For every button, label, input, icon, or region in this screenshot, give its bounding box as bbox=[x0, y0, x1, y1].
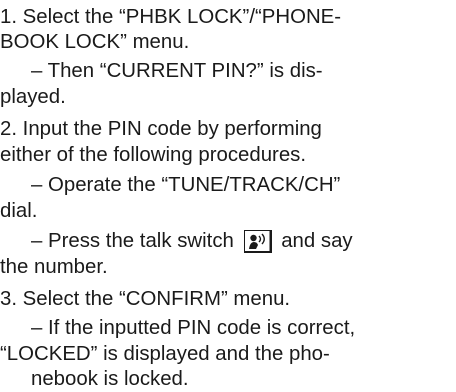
step-3-note-1-line-3: nebook is locked. bbox=[31, 368, 189, 390]
step-2-note-2-line-2: the number. bbox=[0, 256, 108, 278]
step-1-line-2: BOOK LOCK” menu. bbox=[0, 31, 190, 53]
step-3-note-1-line-2: “LOCKED” is displayed and the pho- bbox=[0, 343, 330, 365]
step-2-note-2-text-b: and say bbox=[281, 230, 353, 252]
step-2-note-1-line-2: dial. bbox=[0, 200, 38, 222]
step-3-line-1: 3. Select the “CONFIRM” menu. bbox=[0, 288, 291, 310]
step-3-note-1-line-1: – If the inputted PIN code is correct, bbox=[31, 317, 356, 339]
step-2-note-1-line-1: – Operate the “TUNE/TRACK/CH” bbox=[31, 174, 341, 196]
talk-switch-icon bbox=[243, 230, 272, 253]
instruction-document: 1. Select the “PHBK LOCK”/“PHONE- BOOK L… bbox=[0, 0, 456, 390]
step-2-line-2: either of the following procedures. bbox=[0, 144, 307, 166]
step-2-note-2-line-1: – Press the talk switch and say bbox=[31, 229, 353, 254]
step-2-line-1: 2. Input the PIN code by performing bbox=[0, 118, 322, 140]
step-2-note-2-text-a: – Press the talk switch bbox=[31, 230, 234, 252]
step-1-note-1-line-2: played. bbox=[0, 86, 66, 108]
step-1-note-1-line-1: – Then “CURRENT PIN?” is dis- bbox=[31, 60, 323, 82]
step-1-line-1: 1. Select the “PHBK LOCK”/“PHONE- bbox=[0, 6, 342, 28]
